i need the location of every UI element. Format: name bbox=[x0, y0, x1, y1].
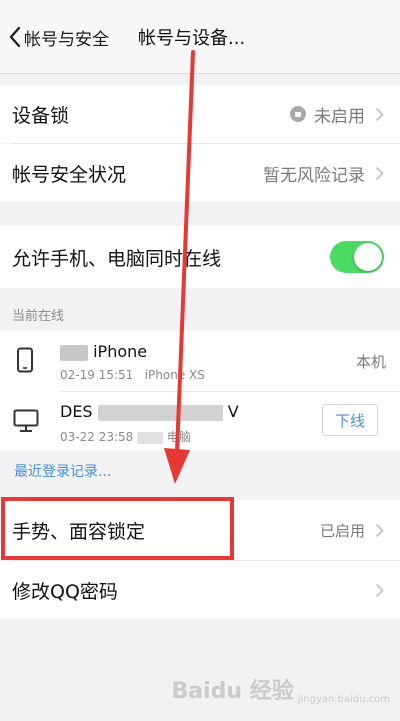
baidu-watermark: Baidu 经验 jingyan.baidu.com bbox=[171, 673, 390, 705]
device-lock-label: 设备锁 bbox=[12, 104, 70, 127]
device-model: iPhone XS bbox=[144, 368, 205, 382]
toggle-knob bbox=[354, 243, 382, 271]
page-title: 帐号与设备... bbox=[138, 28, 246, 49]
device-lock-row[interactable]: 设备锁 未启用 bbox=[0, 85, 400, 143]
chevron-right-icon bbox=[375, 166, 384, 180]
logout-device-button[interactable]: 下线 bbox=[322, 404, 378, 436]
redacted-text bbox=[97, 404, 223, 421]
redacted-text bbox=[137, 431, 164, 444]
account-security-value: 暂无风险记录 bbox=[263, 165, 365, 186]
lock-icon bbox=[290, 106, 306, 122]
device-time: 03-22 23:58 bbox=[60, 430, 134, 444]
chevron-right-icon bbox=[375, 523, 384, 537]
back-label: 帐号与安全 bbox=[24, 29, 109, 50]
simultaneous-online-label: 允许手机、电脑同时在线 bbox=[12, 247, 222, 270]
device-name-iphone: iPhone bbox=[93, 342, 148, 361]
device-lock-value: 未启用 bbox=[314, 106, 365, 127]
watermark-sub: jingyan.baidu.com bbox=[297, 694, 390, 705]
change-password-row[interactable]: 修改QQ密码 bbox=[0, 561, 400, 619]
gesture-face-lock-row[interactable]: 手势、面容锁定 已启用 bbox=[0, 500, 400, 560]
account-security-row[interactable]: 帐号安全状况 暂无风险记录 bbox=[0, 144, 400, 202]
device-lock-status: 未启用 bbox=[290, 102, 365, 127]
section-label-current-online: 当前在线 bbox=[12, 309, 65, 324]
gesture-face-lock-label: 手势、面容锁定 bbox=[12, 520, 146, 543]
account-security-label: 帐号安全状况 bbox=[12, 163, 127, 186]
back-button[interactable]: 帐号与安全 bbox=[8, 22, 109, 52]
simultaneous-online-row: 允许手机、电脑同时在线 bbox=[0, 226, 400, 288]
device-name-pc-suffix: V bbox=[227, 402, 239, 421]
phone-icon bbox=[17, 347, 33, 373]
device-model: 电脑 bbox=[166, 430, 191, 444]
device-item-iphone: iPhone 02-19 15:51 iPhone XS 本机 bbox=[0, 331, 400, 391]
gesture-face-lock-value: 已启用 bbox=[319, 521, 365, 540]
device-meta: 02-19 15:51 iPhone XS bbox=[60, 368, 205, 382]
device-name-pc-prefix: DES bbox=[60, 402, 93, 421]
recent-login-history-link[interactable]: 最近登录记录... bbox=[14, 461, 111, 481]
change-password-label: 修改QQ密码 bbox=[12, 580, 118, 603]
current-device-badge: 本机 bbox=[355, 353, 386, 371]
online-devices-list: iPhone 02-19 15:51 iPhone XS 本机 DES V 03… bbox=[0, 331, 400, 451]
chevron-right-icon bbox=[375, 107, 384, 121]
device-name: DES V bbox=[60, 402, 239, 421]
redacted-text bbox=[60, 344, 88, 361]
watermark-brand: Baidu 经验 bbox=[171, 679, 294, 704]
navigation-bar: 帐号与安全 帐号与设备... bbox=[0, 0, 400, 74]
device-meta: 03-22 23:58 电脑 bbox=[60, 428, 191, 445]
monitor-icon bbox=[13, 409, 39, 432]
chevron-right-icon bbox=[375, 583, 384, 597]
simultaneous-online-toggle[interactable] bbox=[330, 241, 384, 273]
device-name: iPhone bbox=[60, 342, 147, 361]
chevron-left-icon bbox=[9, 26, 21, 48]
device-time: 02-19 15:51 bbox=[60, 368, 134, 382]
